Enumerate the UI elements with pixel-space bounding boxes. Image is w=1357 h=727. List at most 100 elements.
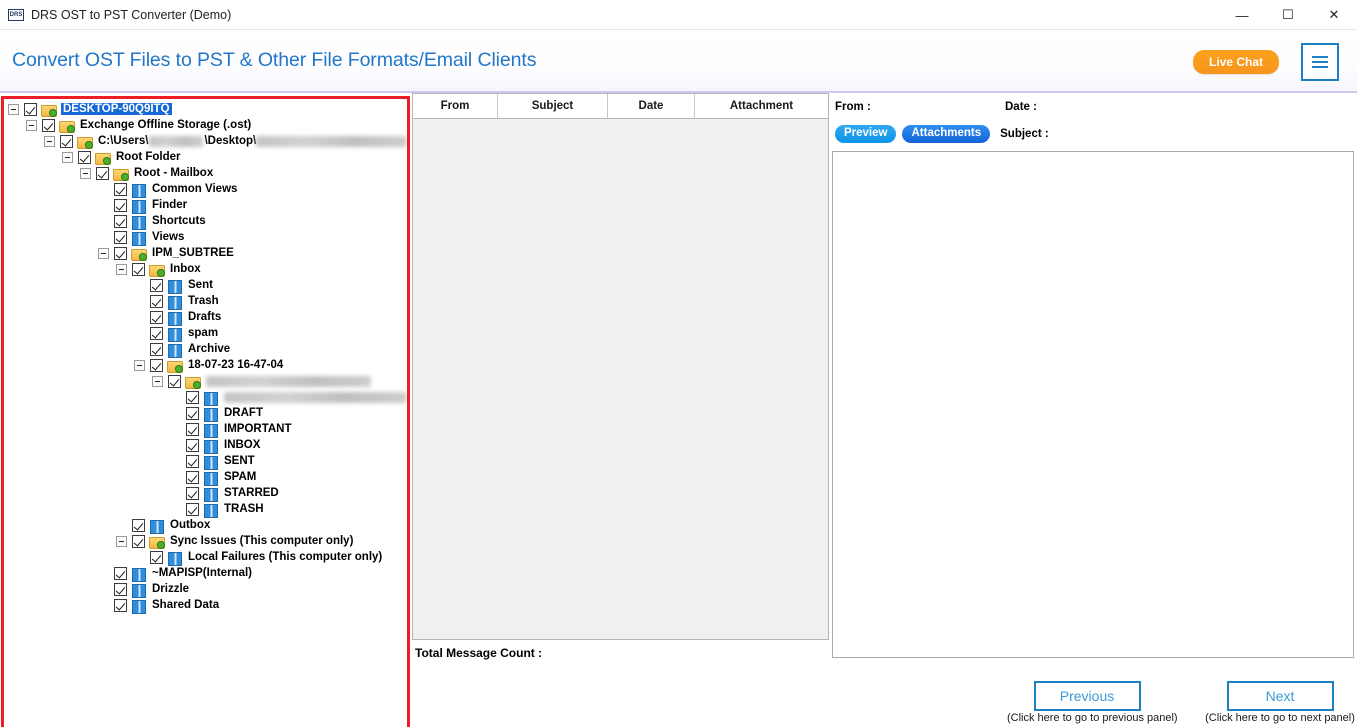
- hamburger-line: [1312, 60, 1328, 63]
- folder-tree[interactable]: DESKTOP-90Q9ITQ Exchange Offline Storage …: [4, 99, 407, 727]
- tree-node-label: ~MAPISP(Internal): [152, 567, 253, 579]
- folder-checkbox[interactable]: [186, 438, 199, 452]
- tree-node[interactable]: SPAM: [4, 469, 407, 486]
- tree-node[interactable]: DESKTOP-90Q9ITQ: [4, 101, 407, 117]
- column-header-date[interactable]: Date: [608, 94, 695, 118]
- message-list-body[interactable]: [412, 119, 829, 640]
- next-button[interactable]: Next: [1226, 681, 1334, 711]
- tree-node[interactable]: IMPORTANT: [4, 421, 407, 438]
- close-icon[interactable]: ✕: [1311, 0, 1357, 30]
- tab-attachments[interactable]: Attachments: [902, 124, 991, 144]
- folder-checkbox[interactable]: [114, 598, 127, 612]
- collapse-expander-icon[interactable]: [98, 247, 109, 259]
- tree-node[interactable]: Sync Issues (This computer only): [4, 533, 407, 549]
- column-header-attachment[interactable]: Attachment: [695, 94, 828, 118]
- folder-checkbox[interactable]: [150, 278, 163, 292]
- tree-node[interactable]: Outbox: [4, 517, 407, 534]
- folder-checkbox[interactable]: [24, 102, 37, 116]
- collapse-expander-icon[interactable]: [26, 119, 37, 131]
- maximize-icon[interactable]: ☐: [1265, 0, 1311, 30]
- folder-checkbox[interactable]: [150, 326, 163, 340]
- tree-node[interactable]: C:\Users\ \Desktop\: [4, 133, 407, 149]
- collapse-expander-icon[interactable]: [116, 535, 127, 547]
- tree-node[interactable]: [4, 389, 407, 406]
- tree-node-label: Root Folder: [116, 151, 181, 163]
- folder-checkbox[interactable]: [186, 390, 199, 404]
- folder-checkbox[interactable]: [114, 582, 127, 596]
- tree-node[interactable]: Finder: [4, 197, 407, 214]
- folder-checkbox[interactable]: [186, 406, 199, 420]
- folder-checkbox[interactable]: [114, 230, 127, 244]
- tab-preview[interactable]: Preview: [835, 124, 897, 144]
- collapse-expander-icon[interactable]: [8, 103, 19, 115]
- previous-nav-group: Previous (Click here to go to previous p…: [1007, 681, 1178, 724]
- folder-checkbox[interactable]: [150, 310, 163, 324]
- folder-checkbox[interactable]: [186, 502, 199, 516]
- column-header-from[interactable]: From: [413, 94, 498, 118]
- folder-blue-icon: [131, 567, 146, 582]
- tree-node[interactable]: Common Views: [4, 181, 407, 198]
- folder-checkbox[interactable]: [186, 454, 199, 468]
- tree-node[interactable]: ~MAPISP(Internal): [4, 565, 407, 582]
- preview-content-area[interactable]: [832, 151, 1354, 658]
- folder-checkbox[interactable]: [186, 486, 199, 500]
- tree-node[interactable]: SENT: [4, 453, 407, 470]
- folder-yellow-icon: [59, 119, 75, 133]
- tree-node[interactable]: Drizzle: [4, 581, 407, 598]
- folder-checkbox[interactable]: [114, 198, 127, 212]
- column-header-subject[interactable]: Subject: [498, 94, 608, 118]
- folder-checkbox[interactable]: [60, 134, 73, 148]
- folder-checkbox[interactable]: [96, 166, 109, 180]
- folder-checkbox[interactable]: [168, 374, 181, 388]
- live-chat-button[interactable]: Live Chat: [1192, 49, 1279, 74]
- folder-checkbox[interactable]: [150, 342, 163, 356]
- folder-checkbox[interactable]: [186, 422, 199, 436]
- collapse-expander-icon[interactable]: [134, 359, 145, 371]
- collapse-expander-icon[interactable]: [116, 263, 127, 275]
- tree-node[interactable]: Drafts: [4, 309, 407, 326]
- tree-node[interactable]: Sent: [4, 277, 407, 294]
- tree-node[interactable]: Exchange Offline Storage (.ost): [4, 117, 407, 133]
- tree-node[interactable]: Views: [4, 229, 407, 246]
- tree-indent-spacer: [170, 440, 181, 451]
- tree-node[interactable]: Trash: [4, 293, 407, 310]
- folder-checkbox[interactable]: [42, 118, 55, 132]
- folder-checkbox[interactable]: [114, 182, 127, 196]
- collapse-expander-icon[interactable]: [44, 135, 55, 147]
- minimize-icon[interactable]: —: [1219, 0, 1265, 30]
- tree-node[interactable]: TRASH: [4, 501, 407, 518]
- folder-checkbox[interactable]: [132, 534, 145, 548]
- folder-checkbox[interactable]: [78, 150, 91, 164]
- tree-node[interactable]: INBOX: [4, 437, 407, 454]
- tree-node[interactable]: Shared Data: [4, 597, 407, 614]
- collapse-expander-icon[interactable]: [80, 167, 91, 179]
- previous-button[interactable]: Previous: [1033, 681, 1141, 711]
- tree-node[interactable]: Root - Mailbox: [4, 165, 407, 181]
- tree-node[interactable]: Inbox: [4, 261, 407, 277]
- hamburger-menu-icon[interactable]: [1301, 42, 1339, 81]
- tree-node[interactable]: [4, 373, 407, 389]
- tree-node[interactable]: Archive: [4, 341, 407, 358]
- folder-checkbox[interactable]: [150, 550, 163, 564]
- folder-checkbox[interactable]: [114, 214, 127, 228]
- tree-node[interactable]: STARRED: [4, 485, 407, 502]
- tree-node[interactable]: Root Folder: [4, 149, 407, 165]
- folder-checkbox[interactable]: [132, 518, 145, 532]
- app-banner: Convert OST Files to PST & Other File Fo…: [0, 30, 1357, 93]
- tree-node[interactable]: IPM_SUBTREE: [4, 245, 407, 261]
- folder-yellow-icon: [149, 535, 165, 549]
- collapse-expander-icon[interactable]: [152, 375, 163, 387]
- folder-checkbox[interactable]: [132, 262, 145, 276]
- folder-blue-icon: [131, 599, 146, 614]
- folder-checkbox[interactable]: [150, 294, 163, 308]
- folder-checkbox[interactable]: [114, 246, 127, 260]
- tree-node[interactable]: 18-07-23 16-47-04: [4, 357, 407, 373]
- tree-node[interactable]: Local Failures (This computer only): [4, 549, 407, 566]
- tree-node[interactable]: DRAFT: [4, 405, 407, 422]
- tree-node[interactable]: spam: [4, 325, 407, 342]
- folder-checkbox[interactable]: [150, 358, 163, 372]
- collapse-expander-icon[interactable]: [62, 151, 73, 163]
- folder-checkbox[interactable]: [114, 566, 127, 580]
- folder-checkbox[interactable]: [186, 470, 199, 484]
- tree-node[interactable]: Shortcuts: [4, 213, 407, 230]
